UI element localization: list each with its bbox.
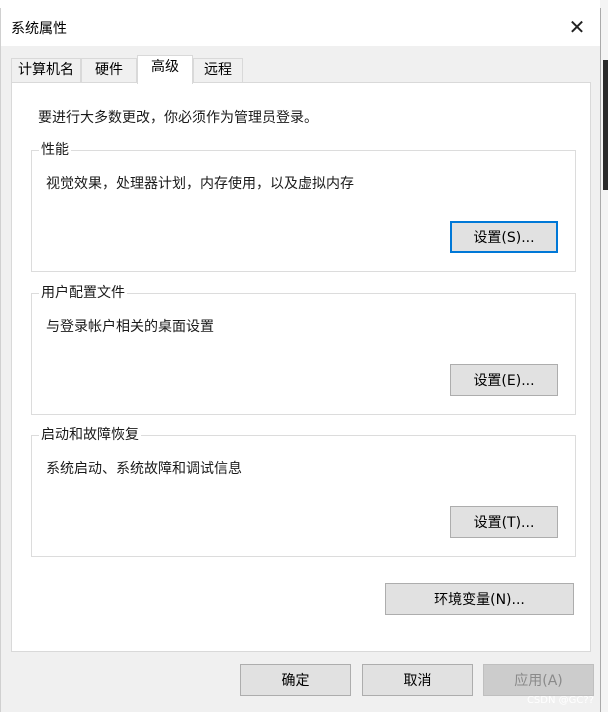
cancel-button[interactable]: 取消 (362, 664, 473, 696)
user-profiles-group: 用户配置文件 与登录帐户相关的桌面设置 设置(E)... (31, 284, 576, 415)
admin-notice: 要进行大多数更改，你必须作为管理员登录。 (38, 110, 318, 126)
tab-hardware[interactable]: 硬件 (81, 58, 137, 83)
csdn-watermark: CSDN @GC?? (526, 695, 594, 706)
tab-computer-name[interactable]: 计算机名 (11, 58, 81, 83)
performance-settings-button[interactable]: 设置(S)... (450, 221, 558, 253)
environment-variables-button[interactable]: 环境变量(N)... (385, 583, 574, 615)
user-profiles-description: 与登录帐户相关的桌面设置 (46, 319, 214, 335)
apply-button[interactable]: 应用(A) (483, 664, 594, 696)
startup-recovery-group: 启动和故障恢复 系统启动、系统故障和调试信息 设置(T)... (31, 426, 576, 557)
title-bar: 系统属性 ✕ (1, 8, 600, 46)
close-icon: ✕ (568, 15, 586, 39)
system-properties-dialog: 系统属性 ✕ 计算机名 硬件 高级 远程 要进行大多数更改，你必须作为管理员登录… (0, 8, 601, 712)
background-window-scrollbar (603, 60, 608, 190)
startup-recovery-description: 系统启动、系统故障和调试信息 (46, 461, 242, 477)
close-button[interactable]: ✕ (554, 8, 600, 46)
tab-advanced[interactable]: 高级 (137, 55, 193, 84)
user-profiles-settings-button[interactable]: 设置(E)... (450, 364, 558, 396)
ok-button[interactable]: 确定 (240, 664, 351, 696)
performance-title: 性能 (39, 141, 71, 159)
startup-recovery-settings-button[interactable]: 设置(T)... (450, 506, 558, 538)
advanced-tab-panel: 要进行大多数更改，你必须作为管理员登录。 性能 视觉效果，处理器计划，内存使用，… (11, 82, 591, 652)
window-title: 系统属性 (11, 21, 67, 37)
user-profiles-title: 用户配置文件 (39, 284, 127, 302)
tab-remote[interactable]: 远程 (193, 58, 243, 83)
performance-description: 视觉效果，处理器计划，内存使用，以及虚拟内存 (46, 176, 354, 192)
background-window-strip (0, 0, 608, 8)
performance-group: 性能 视觉效果，处理器计划，内存使用，以及虚拟内存 设置(S)... (31, 141, 576, 272)
startup-recovery-title: 启动和故障恢复 (39, 426, 141, 444)
